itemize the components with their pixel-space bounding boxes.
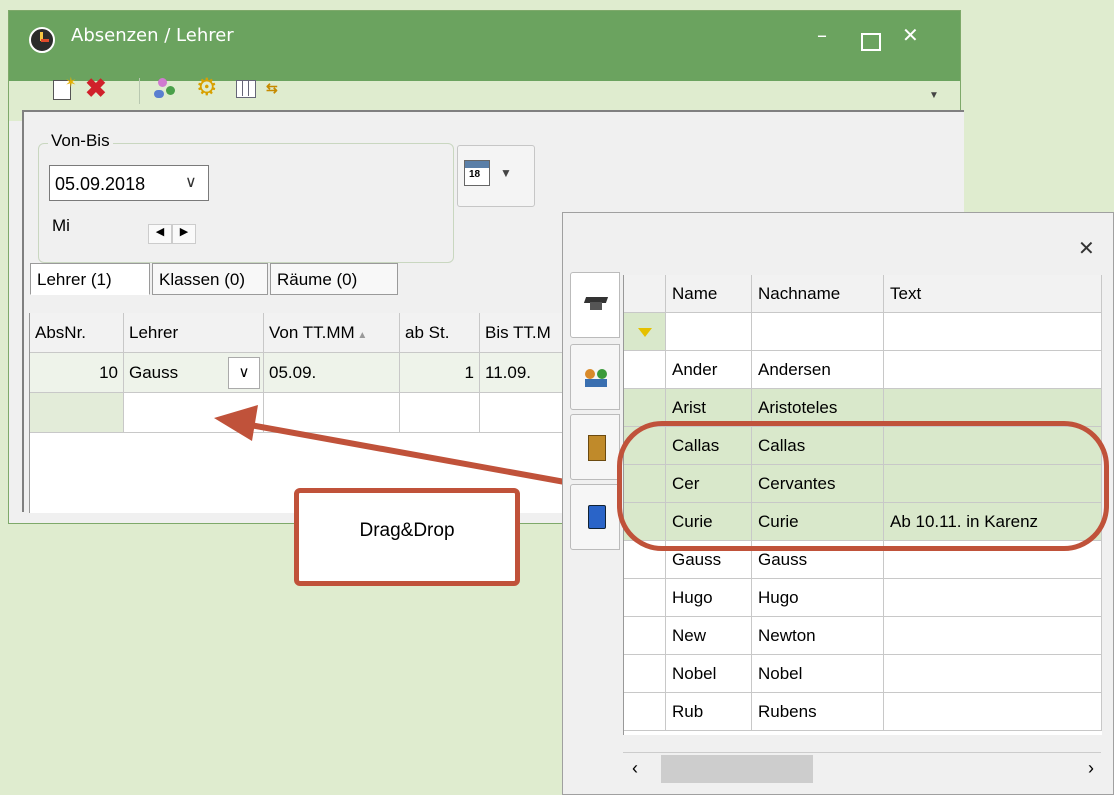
teacher-text-cell[interactable] [884,617,1102,655]
subject-icon [588,505,606,529]
teacher-name-cell[interactable]: Rub [666,693,752,731]
teacher-lastname-cell[interactable]: Rubens [752,693,884,731]
teacher-lastname-cell[interactable]: Gauss [752,541,884,579]
teacher-lastname-cell[interactable]: Andersen [752,351,884,389]
side-tab-subjects[interactable] [570,484,620,550]
row-selector[interactable] [624,389,666,427]
column-header[interactable]: Nachname [752,275,884,313]
filter-icon [637,328,652,338]
teacher-lastname-cell[interactable]: Hugo [752,579,884,617]
room-icon [588,435,606,461]
row-selector[interactable] [624,541,666,579]
teacher-name-cell[interactable]: Gauss [666,541,752,579]
teacher-lastname-cell[interactable]: Callas [752,427,884,465]
column-header[interactable]: Text [884,275,1102,313]
filter-cell[interactable] [752,313,884,351]
teacher-lastname-cell[interactable]: Aristoteles [752,389,884,427]
row-header [624,275,666,313]
teacher-icon [583,297,609,311]
teacher-table: Name Nachname Text Ander Andersen Arist Ari… [623,275,1102,735]
teacher-text-cell[interactable] [884,579,1102,617]
filter-cell[interactable] [624,313,666,351]
teacher-text-cell[interactable] [884,465,1102,503]
teacher-text-cell[interactable] [884,389,1102,427]
filter-cell[interactable] [884,313,1102,351]
teacher-text-cell[interactable] [884,427,1102,465]
students-icon [585,369,609,387]
teacher-name-cell[interactable]: New [666,617,752,655]
teacher-name-cell[interactable]: Arist [666,389,752,427]
scrollbar-thumb[interactable] [661,755,813,783]
teacher-name-cell[interactable]: Cer [666,465,752,503]
teacher-name-cell[interactable]: Callas [666,427,752,465]
teacher-lastname-cell[interactable]: Curie [752,503,884,541]
teacher-name-cell[interactable]: Curie [666,503,752,541]
close-icon[interactable]: ✕ [1078,236,1095,261]
teacher-text-cell[interactable] [884,655,1102,693]
teacher-name-cell[interactable]: Nobel [666,655,752,693]
teacher-text-cell[interactable] [884,693,1102,731]
teacher-name-cell[interactable]: Ander [666,351,752,389]
row-selector[interactable] [624,427,666,465]
teacher-text-cell[interactable] [884,351,1102,389]
side-tab-rooms[interactable] [570,414,620,480]
teacher-text-cell[interactable] [884,541,1102,579]
side-tabs [570,272,622,550]
row-selector[interactable] [624,617,666,655]
scroll-left-icon[interactable]: ‹ [632,758,638,779]
row-selector[interactable] [624,465,666,503]
scroll-right-icon[interactable]: › [1088,758,1094,779]
teacher-name-cell[interactable]: Hugo [666,579,752,617]
teacher-text-cell[interactable]: Ab 10.11. in Karenz [884,503,1102,541]
row-selector[interactable] [624,655,666,693]
side-tab-teachers[interactable] [570,272,620,338]
row-selector[interactable] [624,503,666,541]
row-selector[interactable] [624,351,666,389]
row-selector[interactable] [624,579,666,617]
callout-text: Drag&Drop [359,520,455,541]
teacher-lastname-cell[interactable]: Nobel [752,655,884,693]
teacher-lastname-cell[interactable]: Newton [752,617,884,655]
filter-cell[interactable] [666,313,752,351]
row-selector[interactable] [624,693,666,731]
column-header[interactable]: Name [666,275,752,313]
side-tab-students[interactable] [570,344,620,410]
teacher-lastname-cell[interactable]: Cervantes [752,465,884,503]
